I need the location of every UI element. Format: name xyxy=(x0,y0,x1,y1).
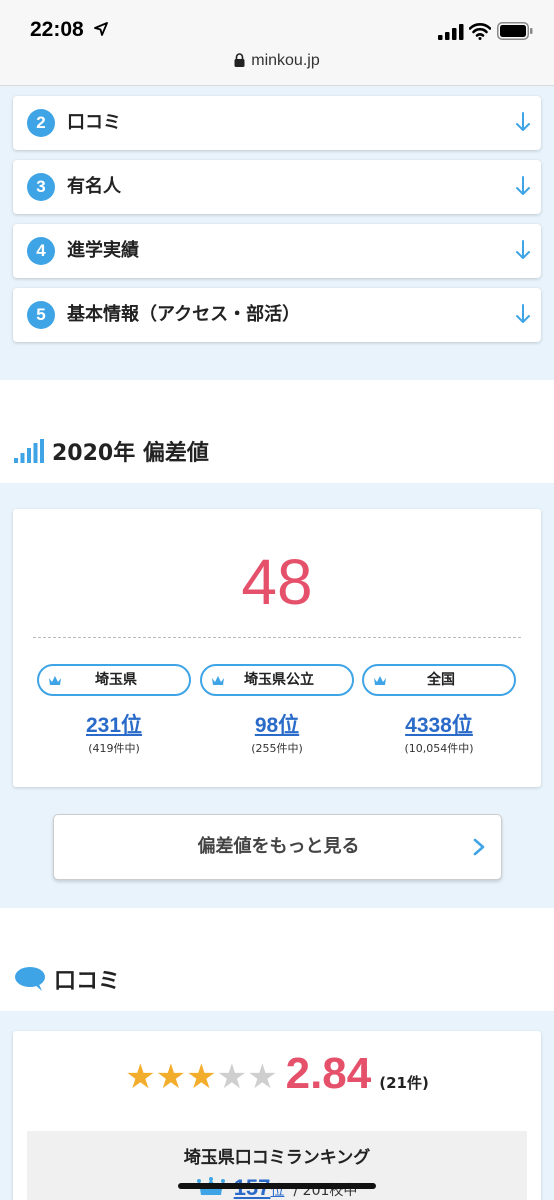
review-count: (21件) xyxy=(379,1074,429,1092)
wifi-icon xyxy=(469,23,491,40)
reviews-card: ★★★★★ 2.84 (21件) 埼玉県口コミランキング 157位 / 201校… xyxy=(13,1031,541,1200)
toc-section: 2 口コミ 3 有名人 4 進学実績 5 基本情報（アクセス・部活） xyxy=(0,86,554,380)
toc-number: 2 xyxy=(27,109,55,137)
battery-icon xyxy=(497,22,533,40)
toc-item-info[interactable]: 5 基本情報（アクセス・部活） xyxy=(13,288,541,342)
toc-label: 基本情報（アクセス・部活） xyxy=(67,304,301,325)
rank-prefecture-public: 埼玉県公立 98位 (255件中) xyxy=(200,664,354,756)
star-filled-icon: ★ xyxy=(155,1057,187,1097)
star-empty-icon: ★ xyxy=(247,1057,278,1097)
rank-label: 全国 xyxy=(427,672,455,688)
more-hensachi-button[interactable]: 偏差値をもっと見る xyxy=(53,814,502,880)
reviews-section: ★★★★★ 2.84 (21件) 埼玉県口コミランキング 157位 / 201校… xyxy=(0,1011,554,1200)
status-time: 22:08 xyxy=(30,18,84,41)
rank-prefecture: 埼玉県 231位 (419件中) xyxy=(37,664,191,756)
rating-row: ★★★★★ 2.84 (21件) xyxy=(13,1049,541,1099)
rank-pill: 埼玉県 xyxy=(37,664,191,696)
divider xyxy=(33,637,521,638)
arrow-down-icon xyxy=(516,240,530,259)
review-ranking-box: 埼玉県口コミランキング 157位 / 201校中 xyxy=(27,1131,527,1200)
location-arrow-icon xyxy=(94,22,108,36)
more-button-label: 偏差値をもっと見る xyxy=(197,836,360,857)
toc-number: 4 xyxy=(27,237,55,265)
toc-number: 5 xyxy=(27,301,55,329)
toc-label: 進学実績 xyxy=(67,240,139,261)
rank-link[interactable]: 98位 xyxy=(200,709,354,739)
star-filled-icon: ★ xyxy=(125,1057,156,1097)
hensachi-heading: 2020年 偏差値 xyxy=(0,380,554,483)
toc-label: 有名人 xyxy=(67,176,121,197)
star-filled-icon: ★ xyxy=(186,1057,217,1097)
section-title: 口コミ xyxy=(54,969,121,994)
status-bar: 22:08 minkou.jp xyxy=(0,0,554,86)
rank-label: 埼玉県公立 xyxy=(244,672,314,688)
rank-label: 埼玉県 xyxy=(95,672,137,688)
ranking-title: 埼玉県口コミランキング xyxy=(183,1148,371,1168)
rank-total: (255件中) xyxy=(251,742,303,755)
chevron-right-icon xyxy=(473,838,485,856)
url-text: minkou.jp xyxy=(251,52,320,69)
url-bar[interactable]: minkou.jp xyxy=(0,52,554,70)
hensachi-value: 48 xyxy=(241,546,313,618)
star-rating: ★★★★★ xyxy=(125,1055,277,1099)
rank-pill: 埼玉県公立 xyxy=(200,664,354,696)
signal-icon xyxy=(438,24,464,40)
bar-chart-icon xyxy=(14,439,44,463)
toc-label: 口コミ xyxy=(67,112,121,133)
rank-total: (419件中) xyxy=(88,742,140,755)
rank-link[interactable]: 231位 xyxy=(37,709,191,739)
arrow-down-icon xyxy=(516,176,530,195)
arrow-down-icon xyxy=(516,304,530,323)
rank-national: 全国 4338位 (10,054件中) xyxy=(362,664,516,756)
hensachi-section: 48 埼玉県 231位 (419件中) 埼玉県公立 98位 (255件中) 全国… xyxy=(0,483,554,908)
toc-number: 3 xyxy=(27,173,55,201)
star-empty-icon: ★ xyxy=(216,1057,248,1097)
rank-pill: 全国 xyxy=(362,664,516,696)
speech-bubble-icon xyxy=(15,967,45,991)
review-score: 2.84 xyxy=(285,1049,372,1098)
hensachi-card: 48 埼玉県 231位 (419件中) 埼玉県公立 98位 (255件中) 全国… xyxy=(13,509,541,787)
section-title: 2020年 偏差値 xyxy=(52,441,209,466)
lock-icon xyxy=(234,53,245,67)
arrow-down-icon xyxy=(516,112,530,131)
toc-item-reviews[interactable]: 2 口コミ xyxy=(13,96,541,150)
home-indicator xyxy=(178,1183,376,1189)
toc-item-results[interactable]: 4 進学実績 xyxy=(13,224,541,278)
rank-link[interactable]: 4338位 xyxy=(362,709,516,739)
rank-total: (10,054件中) xyxy=(404,742,474,755)
reviews-heading: 口コミ xyxy=(0,908,554,1011)
toc-item-famous[interactable]: 3 有名人 xyxy=(13,160,541,214)
